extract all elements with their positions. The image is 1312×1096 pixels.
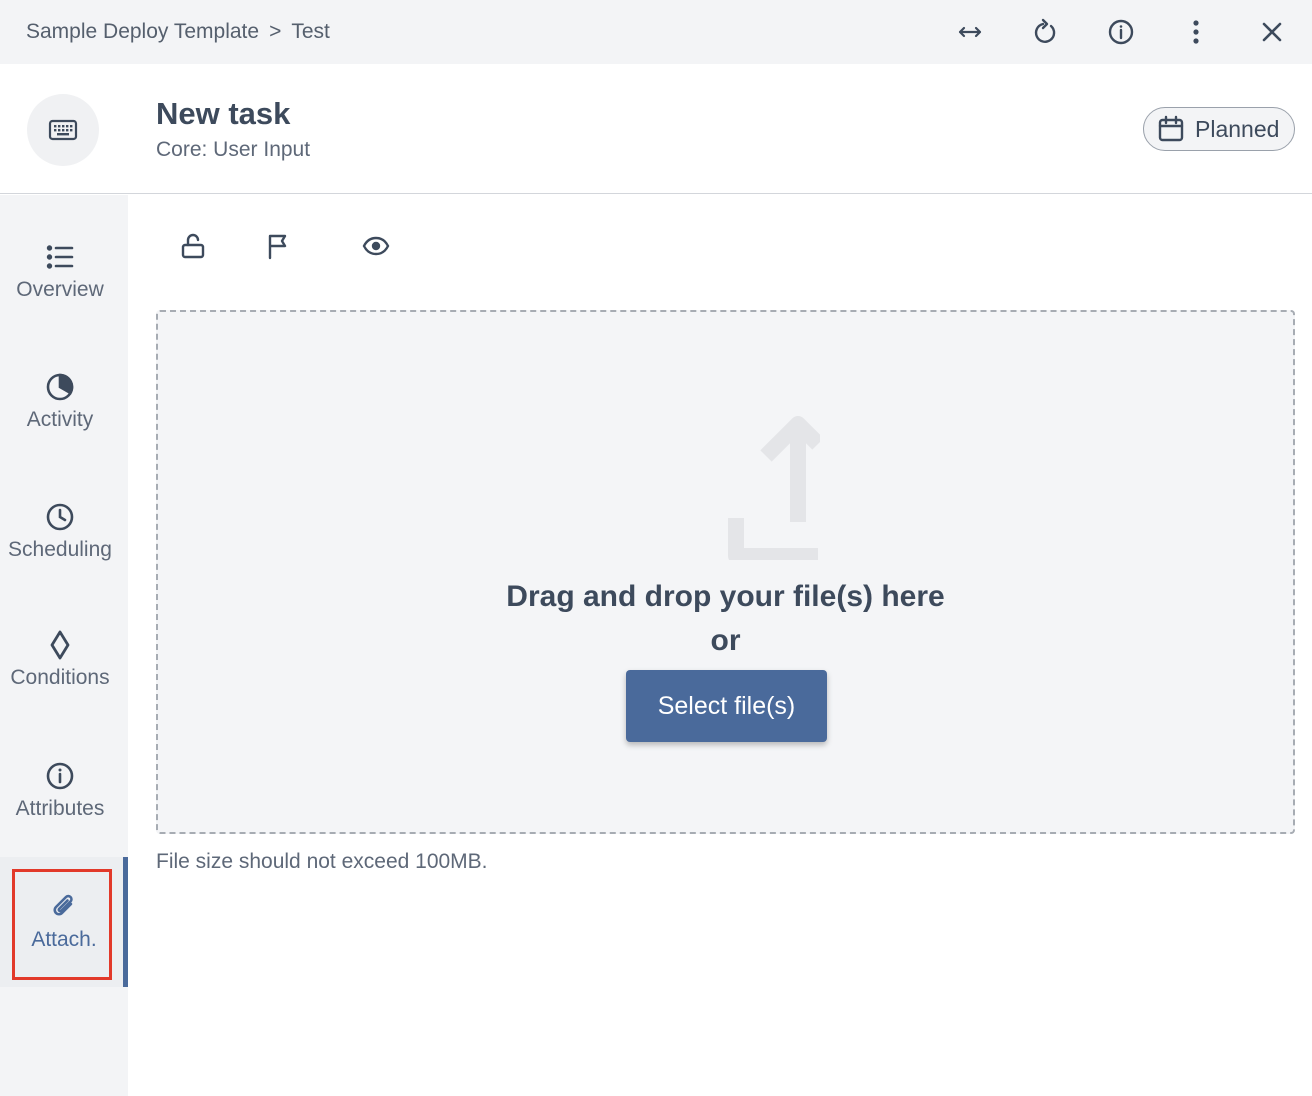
diamond-icon xyxy=(50,630,70,660)
task-type-label: Core: User Input xyxy=(156,138,311,161)
status-label: Planned xyxy=(1195,115,1280,142)
expand-icon xyxy=(958,26,982,38)
task-title[interactable]: New task xyxy=(156,96,290,132)
refresh-icon xyxy=(1034,18,1056,43)
sidebar-item-conditions[interactable]: Conditions xyxy=(0,605,120,715)
clock-icon xyxy=(46,503,74,531)
breadcrumb-current: Test xyxy=(291,20,330,43)
more-button[interactable] xyxy=(1172,8,1220,56)
info-icon xyxy=(46,762,74,790)
dropzone-or: or xyxy=(710,624,741,657)
refresh-button[interactable] xyxy=(1021,8,1069,56)
file-dropzone[interactable]: Drag and drop your file(s) here or Selec… xyxy=(156,310,1295,834)
expand-button[interactable] xyxy=(946,8,994,56)
info-button[interactable] xyxy=(1097,8,1145,56)
sidebar-item-label: Activity xyxy=(26,408,94,431)
more-vertical-icon xyxy=(1193,20,1199,44)
upload-icon xyxy=(728,416,820,560)
sidebar-item-overview[interactable]: Overview xyxy=(0,217,120,327)
eye-icon xyxy=(362,236,390,256)
flag-icon xyxy=(268,234,287,260)
paperclip-icon xyxy=(53,894,73,916)
list-icon xyxy=(46,245,74,269)
breadcrumb-parent[interactable]: Sample Deploy Template xyxy=(26,20,259,44)
task-type-badge xyxy=(27,94,99,166)
flag-button[interactable] xyxy=(258,228,298,264)
sidebar-item-activity[interactable]: Activity xyxy=(0,347,120,457)
select-files-button[interactable]: Select file(s) xyxy=(626,670,827,742)
active-indicator xyxy=(123,857,128,987)
sidebar-item-label: Conditions xyxy=(10,666,110,689)
top-bar: Sample Deploy Template > Test xyxy=(0,0,1312,64)
task-header: New task Core: User Input Planned xyxy=(0,64,1312,194)
sidebar-item-attachments[interactable]: Attach. xyxy=(0,857,128,987)
file-size-hint: File size should not exceed 100MB. xyxy=(156,850,488,873)
sidebar-item-label: Attach. xyxy=(31,928,97,951)
unlock-icon xyxy=(181,233,205,259)
sidebar-item-scheduling[interactable]: Scheduling xyxy=(0,477,120,587)
breadcrumb: Sample Deploy Template > Test xyxy=(26,0,330,64)
lock-button[interactable] xyxy=(173,228,213,264)
breadcrumb-separator: > xyxy=(269,20,282,43)
info-icon xyxy=(1108,19,1134,45)
pie-clock-icon xyxy=(46,373,74,401)
watch-button[interactable] xyxy=(356,228,396,264)
calendar-icon xyxy=(1158,115,1184,142)
dropzone-text: Drag and drop your file(s) here xyxy=(506,580,945,613)
keyboard-icon xyxy=(48,119,78,141)
sidebar-item-attributes[interactable]: Attributes xyxy=(0,736,120,846)
close-button[interactable] xyxy=(1248,8,1296,56)
sidebar: Overview Activity Scheduling Conditions … xyxy=(0,195,128,1096)
close-icon xyxy=(1262,22,1282,42)
sidebar-item-label: Attributes xyxy=(15,797,105,820)
sidebar-item-label: Overview xyxy=(16,278,104,301)
sidebar-item-label: Scheduling xyxy=(8,538,112,561)
status-badge[interactable]: Planned xyxy=(1143,107,1295,151)
